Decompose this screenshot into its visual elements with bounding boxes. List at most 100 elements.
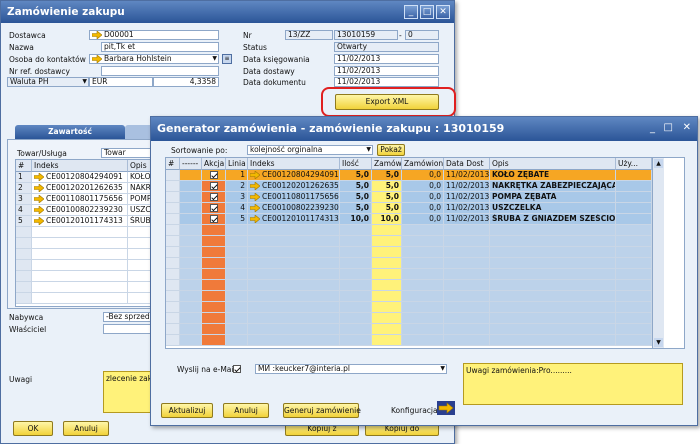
col-header-opis[interactable]: Opis [490, 158, 616, 170]
nr-number-field[interactable]: 13010159 [334, 30, 398, 40]
zamow-cell[interactable] [372, 324, 402, 335]
link-arrow-icon[interactable] [34, 195, 44, 203]
wlasciciel-field[interactable] [103, 324, 155, 334]
akcja-cell[interactable] [202, 247, 226, 258]
data-dost-cell[interactable] [444, 280, 490, 291]
maximize-icon[interactable]: □ [420, 5, 434, 19]
zamow-cell[interactable]: 5,0 [372, 181, 402, 192]
chevron-down-icon[interactable]: ▼ [366, 146, 371, 154]
data-dost-cell[interactable]: 11/02/2013 [444, 192, 490, 203]
indeks-cell[interactable] [248, 247, 340, 258]
maximize-icon[interactable]: □ [664, 122, 673, 133]
col-header-akcja[interactable]: Akcja [202, 158, 226, 170]
indeks-cell[interactable] [32, 227, 128, 238]
ok-button[interactable]: OK [13, 421, 53, 436]
aktualizuj-button[interactable]: Aktualizuj [161, 403, 213, 418]
zamow-cell[interactable] [372, 280, 402, 291]
indeks-cell[interactable]: CE00100802239230 [32, 205, 128, 216]
akcja-cell[interactable] [202, 236, 226, 247]
zamow-cell[interactable] [372, 247, 402, 258]
akcja-cell[interactable] [202, 181, 226, 192]
uwagi-textarea[interactable]: zlecenie zakup [103, 371, 155, 413]
indeks-cell[interactable] [32, 293, 128, 304]
status-field[interactable]: Otwarty [334, 42, 439, 52]
indeks-cell[interactable] [248, 258, 340, 269]
anuluj-button[interactable]: Anuluj [63, 421, 109, 436]
indeks-cell[interactable]: CE00110801175656 [32, 194, 128, 205]
sortowanie-select[interactable]: kolejność orginalna ▼ [247, 145, 373, 155]
akcja-cell[interactable] [202, 170, 226, 181]
close-icon[interactable]: ✕ [436, 5, 450, 19]
akcja-cell[interactable] [202, 203, 226, 214]
akcja-checkbox[interactable] [209, 193, 218, 201]
data-dost-cell[interactable] [444, 247, 490, 258]
data-dost-cell[interactable] [444, 236, 490, 247]
row-selector-cell[interactable] [166, 291, 180, 302]
waluta-select[interactable]: Waluta PH ▼ [7, 77, 89, 87]
col-header-indeks[interactable]: Indeks [248, 158, 340, 170]
link-arrow-icon[interactable] [92, 31, 102, 39]
data-dost-cell[interactable]: 11/02/2013 [444, 203, 490, 214]
zamow-cell[interactable] [372, 335, 402, 346]
akcja-checkbox[interactable] [209, 171, 218, 179]
indeks-cell[interactable] [32, 260, 128, 271]
export-xml-button[interactable]: Export XML [335, 94, 439, 110]
row-selector-cell[interactable] [166, 247, 180, 258]
indeks-cell[interactable] [248, 291, 340, 302]
indeks-cell[interactable] [248, 302, 340, 313]
zamow-cell[interactable] [372, 269, 402, 280]
chevron-down-icon[interactable]: ▼ [82, 78, 87, 86]
anuluj-generator-button[interactable]: Anuluj [223, 403, 269, 418]
indeks-cell[interactable]: CE00120101174313 [248, 214, 340, 225]
link-arrow-icon[interactable] [92, 55, 102, 63]
row-selector-cell[interactable] [166, 302, 180, 313]
row-selector-cell[interactable] [166, 214, 180, 225]
waluta-code[interactable]: EUR [89, 77, 153, 87]
data-dost-cell[interactable] [444, 324, 490, 335]
akcja-cell[interactable] [202, 225, 226, 236]
akcja-cell[interactable] [202, 313, 226, 324]
indeks-cell[interactable]: CE00120201262635 [248, 181, 340, 192]
zamow-cell[interactable]: 5,0 [372, 192, 402, 203]
indeks-cell[interactable]: CE00120101174313 [32, 216, 128, 227]
data-dost-cell[interactable] [444, 225, 490, 236]
akcja-cell[interactable] [202, 192, 226, 203]
indeks-cell[interactable] [248, 324, 340, 335]
indeks-cell[interactable]: CE00120804294091 [32, 172, 128, 183]
indeks-cell[interactable] [248, 225, 340, 236]
tab-zawartosc[interactable]: Zawartość [15, 125, 125, 139]
zamow-cell[interactable]: 10,0 [372, 214, 402, 225]
scroll-down-icon[interactable]: ▼ [654, 338, 663, 347]
zamow-cell[interactable] [372, 236, 402, 247]
chevron-down-icon[interactable]: ▼ [212, 55, 217, 63]
link-arrow-icon[interactable] [34, 217, 44, 225]
indeks-cell[interactable] [248, 313, 340, 324]
akcja-cell[interactable] [202, 324, 226, 335]
link-arrow-icon[interactable] [250, 204, 260, 212]
data-dost-cell[interactable] [444, 258, 490, 269]
indeks-cell[interactable]: CE00120201262635 [32, 183, 128, 194]
generuj-zamowienie-button[interactable]: Generuj zamówienie [283, 403, 361, 418]
close-icon[interactable]: ✕ [683, 122, 691, 133]
akcja-cell[interactable] [202, 335, 226, 346]
data-dost-cell[interactable] [444, 313, 490, 324]
data-dost-cell[interactable]: 11/02/2013 [444, 181, 490, 192]
zamow-cell[interactable] [372, 302, 402, 313]
dostawca-field[interactable]: D00001 [89, 30, 219, 40]
nr-ref-field[interactable] [101, 66, 219, 76]
col-header-linia[interactable]: Linia [226, 158, 248, 170]
row-selector-cell[interactable] [166, 181, 180, 192]
akcja-cell[interactable] [202, 258, 226, 269]
indeks-cell[interactable] [32, 249, 128, 260]
row-selector-cell[interactable] [166, 280, 180, 291]
col-header-ilosc[interactable]: Ilość [340, 158, 372, 170]
link-arrow-icon[interactable] [34, 184, 44, 192]
konfiguracja-arrow-icon[interactable] [437, 401, 455, 415]
indeks-cell[interactable] [32, 238, 128, 249]
row-selector-cell[interactable] [166, 203, 180, 214]
row-selector-cell[interactable] [166, 269, 180, 280]
akcja-checkbox[interactable] [209, 182, 218, 190]
nabywca-field[interactable]: -Bez sprzedaw [103, 312, 155, 322]
nr-series-field[interactable]: 13/ZZ [285, 30, 333, 40]
data-dostawy-field[interactable]: 11/02/2013 [334, 66, 439, 76]
